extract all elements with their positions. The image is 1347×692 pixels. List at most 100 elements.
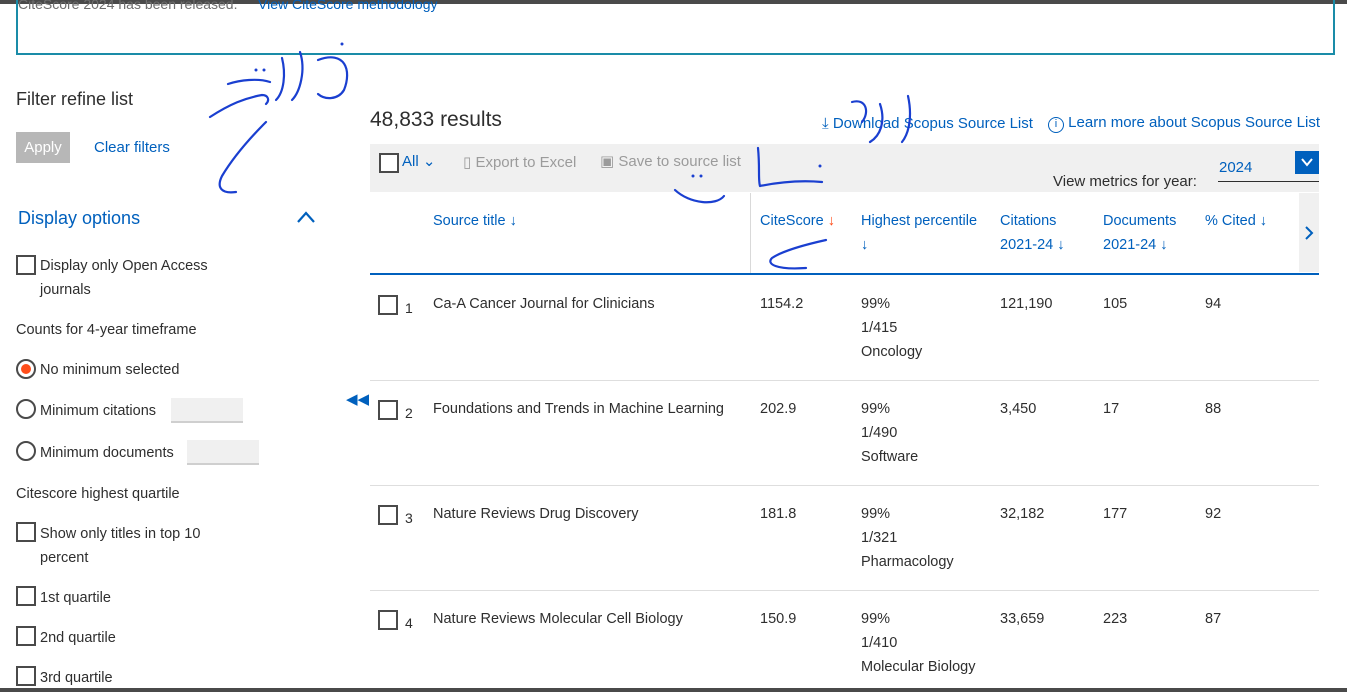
row-number: 3 — [405, 510, 413, 526]
row-number: 2 — [405, 405, 413, 421]
citescore-methodology-link[interactable]: View CiteScore methodology — [258, 0, 438, 12]
row-checkbox[interactable] — [378, 295, 398, 315]
quartile-1-label: 1st quartile — [40, 590, 111, 606]
radio-min-documents[interactable] — [16, 441, 36, 461]
row-citations: 33,659 — [1000, 611, 1045, 627]
year-value: 2024 — [1219, 159, 1253, 176]
download-icon: ⤓ — [822, 115, 829, 132]
download-link-label: Download Scopus Source List — [832, 115, 1033, 132]
col-cited[interactable]: % Cited ↓ — [1205, 209, 1267, 233]
save-icon: ▣ — [600, 153, 615, 170]
learn-link-label: Learn more about Scopus Source List — [1068, 114, 1320, 131]
row-citescore: 150.9 — [760, 611, 797, 627]
row-checkbox[interactable] — [378, 610, 398, 630]
counts-heading: Counts for 4-year timeframe — [16, 322, 197, 338]
min-citations-input[interactable] — [171, 398, 243, 423]
filter-title: Filter refine list — [16, 89, 134, 109]
row-subject: Software — [861, 449, 919, 465]
radio-min-documents-label: Minimum documents — [40, 445, 174, 461]
row-checkbox[interactable] — [378, 505, 398, 525]
select-all-label: All — [402, 153, 419, 170]
col-highest-percentile[interactable]: Highest percentile ↓ — [861, 209, 977, 257]
column-divider — [750, 193, 751, 273]
quartile-3-label: 3rd quartile — [40, 670, 113, 686]
row-cited: 92 — [1205, 506, 1222, 522]
quartile-3-checkbox[interactable] — [16, 666, 36, 686]
open-access-label: Display only Open Access — [40, 258, 208, 274]
quartile-2-checkbox[interactable] — [16, 626, 36, 646]
row-rank: 1/321 — [861, 530, 898, 546]
clear-filters-link[interactable]: Clear filters — [94, 139, 170, 156]
save-source-list-button[interactable]: ▣ Save to source list — [600, 152, 741, 170]
row-subject: Pharmacology — [861, 554, 954, 570]
col-citescore[interactable]: CiteScore ↓ — [760, 209, 835, 233]
row-checkbox[interactable] — [378, 400, 398, 420]
row-documents: 105 — [1103, 296, 1128, 312]
radio-no-minimum[interactable] — [16, 359, 36, 379]
window-bottom-strip — [0, 688, 1347, 692]
radio-no-minimum-label: No minimum selected — [40, 362, 180, 378]
row-number: 4 — [405, 615, 413, 631]
scroll-right-button[interactable] — [1299, 193, 1319, 272]
open-access-label-cont: journals — [40, 282, 91, 298]
quartile-2-label: 2nd quartile — [40, 630, 116, 646]
row-percentile: 99% — [861, 296, 891, 312]
learn-more-link[interactable]: i Learn more about Scopus Source List — [1048, 114, 1320, 133]
chevron-down-icon — [1301, 158, 1313, 167]
row-subject: Molecular Biology — [861, 659, 976, 675]
row-documents: 177 — [1103, 506, 1128, 522]
top10-checkbox[interactable] — [16, 522, 36, 542]
chevron-down-icon: ⌄ — [422, 153, 436, 170]
row-divider — [370, 590, 1319, 591]
top10-label-cont: percent — [40, 550, 89, 566]
radio-min-citations[interactable] — [16, 399, 36, 419]
row-rank: 1/410 — [861, 635, 898, 651]
download-source-list-link[interactable]: ⤓ Download Scopus Source List — [822, 115, 1033, 132]
row-rank: 1/415 — [861, 320, 898, 336]
row-rank: 1/490 — [861, 425, 898, 441]
row-cited: 87 — [1205, 611, 1222, 627]
chevron-right-icon — [1305, 226, 1314, 240]
display-options-toggle[interactable]: Display options — [18, 208, 140, 229]
row-citescore: 181.8 — [760, 506, 797, 522]
row-title-link[interactable]: Foundations and Trends in Machine Learni… — [433, 397, 724, 421]
row-title-link[interactable]: Nature Reviews Molecular Cell Biology — [433, 607, 683, 631]
row-percentile: 99% — [861, 611, 891, 627]
apply-button[interactable]: Apply — [16, 132, 70, 163]
quartile-1-checkbox[interactable] — [16, 586, 36, 606]
chevron-up-icon[interactable] — [296, 210, 316, 224]
year-label: View metrics for year: — [1053, 173, 1197, 190]
row-cited: 94 — [1205, 296, 1222, 312]
row-divider — [370, 485, 1319, 486]
row-citescore: 1154.2 — [760, 296, 804, 312]
results-count: 48,833 results — [370, 108, 502, 131]
row-number: 1 — [405, 300, 413, 316]
row-title-link[interactable]: Ca-A Cancer Journal for Clinicians — [433, 292, 655, 316]
row-documents: 223 — [1103, 611, 1128, 627]
row-citescore: 202.9 — [760, 401, 797, 417]
top10-label: Show only titles in top 10 — [40, 526, 201, 542]
min-documents-input[interactable] — [187, 440, 259, 465]
sort-arrow-icon: ↓ — [827, 213, 835, 229]
banner-text: CiteScore 2024 has been released. — [18, 0, 238, 12]
row-citations: 3,450 — [1000, 401, 1037, 417]
radio-min-citations-label: Minimum citations — [40, 403, 157, 419]
select-all-dropdown[interactable]: All ⌄ — [402, 152, 435, 170]
export-icon: ▯ — [463, 154, 472, 171]
col-citations[interactable]: Citations 2021-24 ↓ — [1000, 209, 1065, 257]
select-all-checkbox[interactable] — [379, 153, 399, 173]
row-title-link[interactable]: Nature Reviews Drug Discovery — [433, 502, 638, 526]
open-access-checkbox[interactable] — [16, 255, 36, 275]
col-documents[interactable]: Documents 2021-24 ↓ — [1103, 209, 1176, 257]
export-excel-button[interactable]: ▯ Export to Excel — [463, 153, 576, 171]
row-divider — [370, 380, 1319, 381]
row-subject: Oncology — [861, 344, 923, 360]
collapse-sidebar-icon[interactable]: ◀◀ — [346, 390, 369, 408]
export-label: Export to Excel — [475, 154, 577, 171]
row-citations: 32,182 — [1000, 506, 1045, 522]
save-label: Save to source list — [618, 153, 741, 170]
row-citations: 121,190 — [1000, 296, 1053, 312]
year-dropdown-button[interactable] — [1295, 151, 1319, 174]
col-source-title[interactable]: Source title ↓ — [433, 209, 517, 233]
row-cited: 88 — [1205, 401, 1222, 417]
